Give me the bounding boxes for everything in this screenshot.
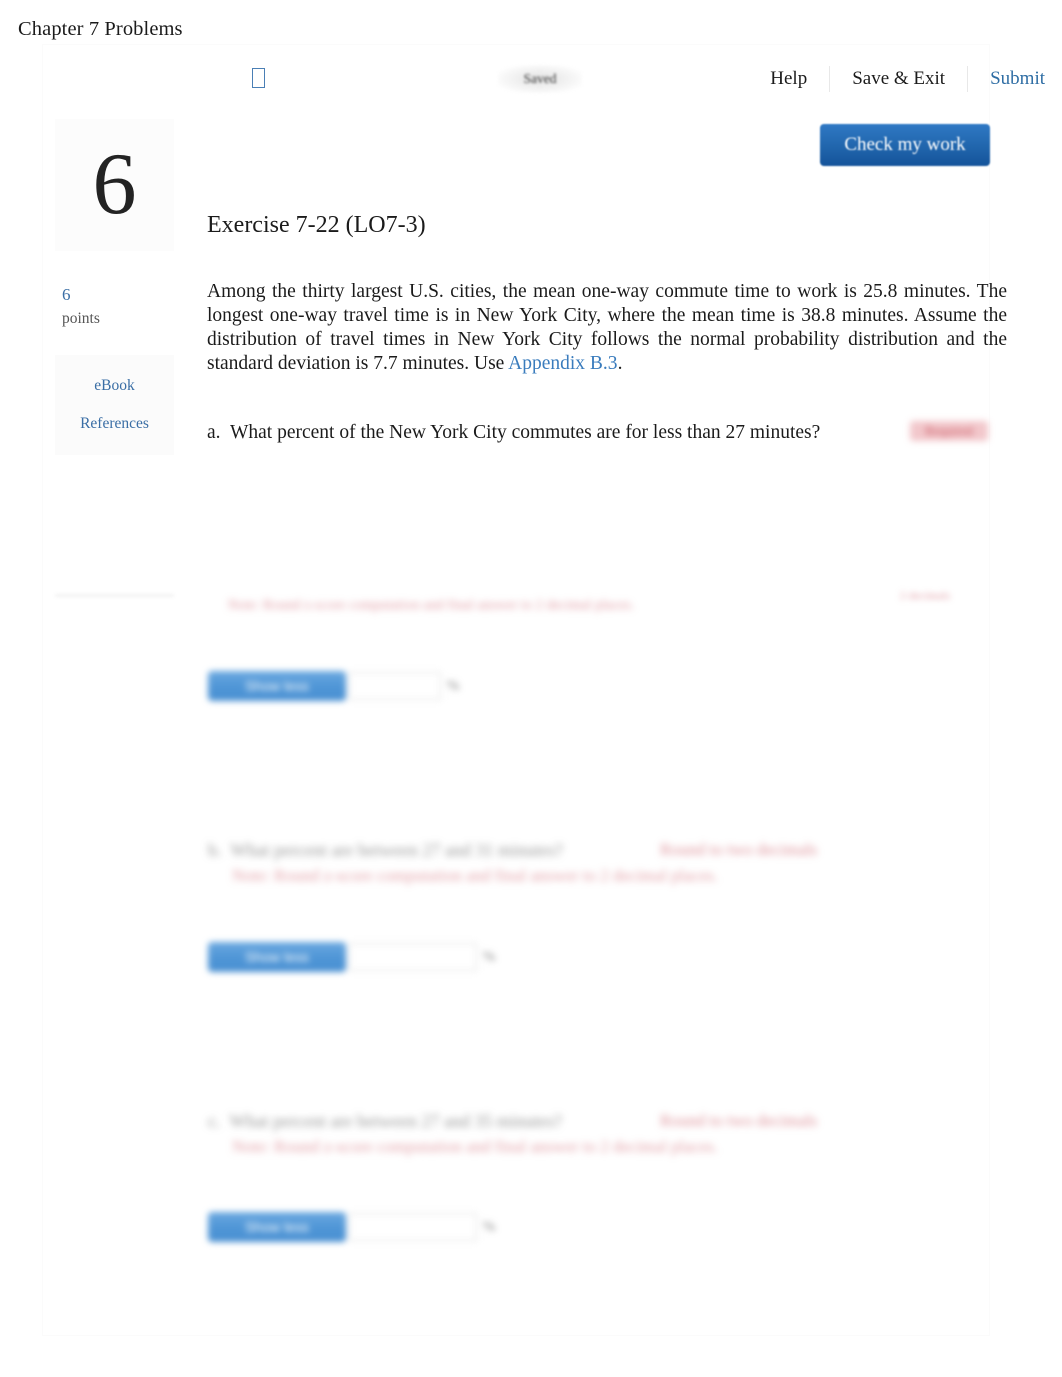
submit-link[interactable]: Submit [967, 66, 1045, 92]
part-a-status-badge: Required [910, 421, 988, 441]
saved-status-badge: Saved [498, 65, 582, 93]
part-a-letter: a. [207, 422, 221, 443]
part-a-show-less-button[interactable]: Show less [208, 671, 346, 701]
references-link[interactable]: References [80, 415, 149, 433]
part-b-status-badge: Round to two decimals [660, 840, 818, 859]
page-title: Chapter 7 Problems [18, 18, 183, 40]
question-number-box: 6 [55, 119, 174, 251]
ebook-link[interactable]: eBook [94, 377, 134, 395]
header-links: Help Save & Exit Submit [770, 66, 1045, 92]
appendix-b3-link[interactable]: Appendix B.3 [508, 353, 617, 374]
part-a-text: What percent of the New York City commut… [230, 422, 821, 443]
part-c-question: c. What percent are between 27 and 35 mi… [208, 1111, 562, 1132]
part-c-answer-input[interactable] [349, 1213, 477, 1241]
part-b-text: What percent are between 27 and 31 minut… [230, 840, 563, 860]
save-and-exit-link[interactable]: Save & Exit [829, 66, 967, 92]
part-c-answer-row: Show less % [208, 1205, 528, 1249]
part-c-note: Note: Round z-score computation and fina… [232, 1137, 718, 1156]
points-label: points [62, 310, 100, 327]
part-b-show-less-button[interactable]: Show less [208, 942, 346, 972]
rail-resource-links: eBook References [55, 355, 174, 455]
part-b-question: b. What percent are between 27 and 31 mi… [208, 840, 563, 861]
part-b-note: Note: Round z-score computation and fina… [232, 866, 718, 885]
part-b-answer-row: Show less % [208, 935, 528, 979]
part-a-answer-input[interactable] [349, 672, 441, 700]
part-c-text: What percent are between 27 and 35 minut… [229, 1111, 562, 1131]
part-c-letter: c. [208, 1111, 221, 1131]
part-c-show-less-button[interactable]: Show less [208, 1212, 346, 1242]
part-b-answer-unit: % [483, 948, 496, 965]
missing-glyph-box-icon[interactable] [252, 68, 265, 88]
question-number: 6 [92, 136, 137, 233]
part-c-status-badge: Round to two decimals [660, 1111, 818, 1130]
part-a-hint: Note: Round z-score computation and fina… [228, 597, 635, 612]
part-b-answer-input[interactable] [349, 943, 477, 971]
part-c-answer-unit: % [483, 1218, 496, 1235]
problem-stem: Among the thirty largest U.S. cities, th… [207, 280, 1007, 376]
points-value: 6 [62, 285, 71, 304]
exercise-title: Exercise 7-22 (LO7-3) [207, 212, 426, 238]
part-b-letter: b. [208, 840, 222, 860]
part-a-answer-row: Show less % [208, 664, 528, 708]
part-a-hint-right: 2 decimals [900, 590, 951, 602]
part-a-question: a. What percent of the New York City com… [207, 420, 967, 445]
stem-text-tail: . [617, 352, 623, 374]
check-my-work-button[interactable]: Check my work [820, 124, 990, 166]
part-a-answer-unit: % [447, 677, 460, 694]
rail-divider [55, 594, 174, 597]
help-link[interactable]: Help [770, 66, 829, 92]
